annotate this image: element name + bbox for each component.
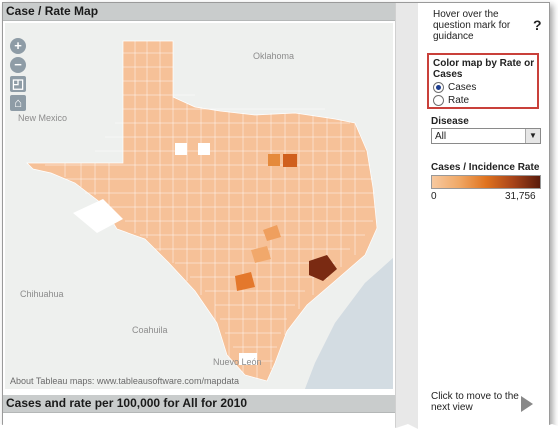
selection-tool-icon[interactable]: ◰ xyxy=(10,76,26,92)
radio-rate-indicator[interactable] xyxy=(433,95,444,106)
map-controls: + − ◰ ⌂ xyxy=(10,38,28,114)
disease-value: All xyxy=(435,131,447,142)
texas-map-canvas[interactable] xyxy=(5,23,393,389)
next-view-play-icon[interactable] xyxy=(521,396,533,412)
question-mark-icon[interactable]: ? xyxy=(533,17,542,33)
zoom-out-button[interactable]: − xyxy=(10,57,26,73)
chevron-down-icon[interactable]: ▼ xyxy=(525,129,540,143)
label-coahuila: Coahuila xyxy=(132,325,168,335)
radio-cases-indicator[interactable] xyxy=(433,82,444,93)
tableau-dashboard: Case / Rate Map + − ◰ ⌂ Oklahoma New Mex… xyxy=(2,2,550,432)
zoom-in-button[interactable]: + xyxy=(10,38,26,54)
legend-color-ramp xyxy=(431,175,541,189)
legend-title: Cases / Incidence Rate xyxy=(431,162,540,173)
next-view-text: Click to move to the next view xyxy=(431,391,519,413)
disease-label: Disease xyxy=(431,116,469,127)
legend-min: 0 xyxy=(431,191,437,202)
home-icon[interactable]: ⌂ xyxy=(10,95,26,111)
label-oklahoma: Oklahoma xyxy=(253,51,295,61)
radio-rate-label: Rate xyxy=(448,95,470,106)
map-attribution[interactable]: About Tableau maps: www.tableausoftware.… xyxy=(10,376,239,386)
label-nuevo-leon: Nuevo León xyxy=(213,357,262,367)
torn-edge xyxy=(0,423,558,441)
disease-dropdown[interactable]: All ▼ xyxy=(431,128,541,144)
label-new-mexico: New Mexico xyxy=(18,113,68,123)
left-pane: Case / Rate Map + − ◰ ⌂ Oklahoma New Mex… xyxy=(3,3,396,431)
label-chihuahua: Chihuahua xyxy=(20,289,64,299)
pane-divider[interactable] xyxy=(395,3,418,431)
color-by-title: Color map by Rate or Cases xyxy=(433,58,535,80)
map-panel-title: Case / Rate Map xyxy=(3,3,396,21)
radio-cases[interactable]: Cases xyxy=(433,82,537,93)
legend-max: 31,756 xyxy=(505,191,536,202)
sidebar: Hover over the question mark for guidanc… xyxy=(425,3,549,431)
guidance-text: Hover over the question mark for guidanc… xyxy=(433,9,511,42)
bottom-panel-title: Cases and rate per 100,000 for All for 2… xyxy=(3,395,396,413)
color-by-control: Color map by Rate or Cases Cases Rate xyxy=(427,53,539,109)
radio-rate[interactable]: Rate xyxy=(433,95,537,106)
case-rate-map[interactable]: + − ◰ ⌂ Oklahoma New Mexico Chihuahua Co… xyxy=(5,23,393,389)
radio-cases-label: Cases xyxy=(448,82,477,93)
